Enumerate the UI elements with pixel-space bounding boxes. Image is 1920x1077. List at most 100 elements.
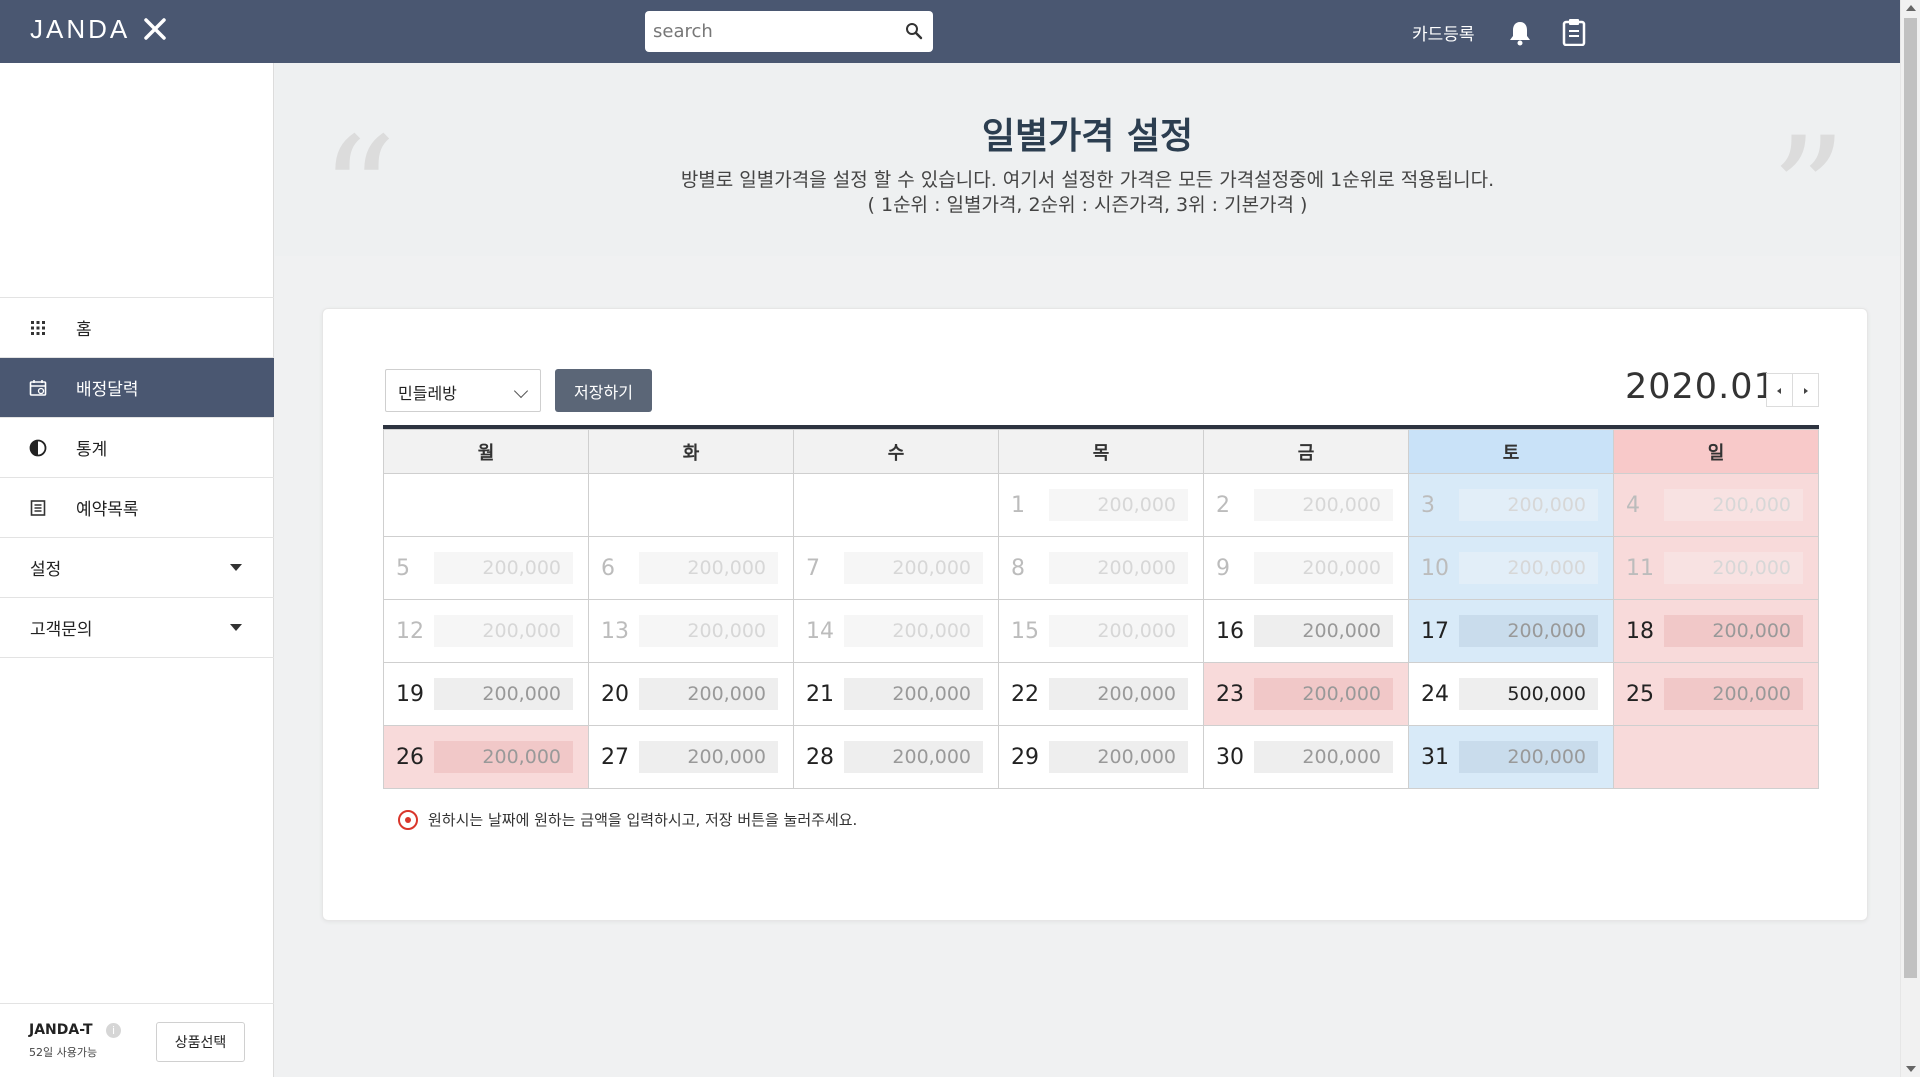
price-input[interactable]: 200,000 [639, 741, 778, 773]
price-input[interactable]: 200,000 [1254, 552, 1393, 584]
bell-icon[interactable] [1508, 20, 1532, 46]
calendar-day-cell[interactable]: 15 200,000 [998, 599, 1204, 663]
price-input[interactable]: 200,000 [434, 615, 573, 647]
sidebar-item-reservations[interactable]: 예약목록 [0, 478, 274, 538]
card-register-link[interactable]: 카드등록 [1412, 20, 1475, 45]
calendar-day-cell[interactable]: 26 200,000 [383, 725, 589, 789]
day-number: 3 [1421, 492, 1435, 518]
price-input[interactable]: 200,000 [844, 741, 983, 773]
info-icon[interactable]: i [106, 1023, 121, 1038]
sidebar-item-stats[interactable]: 통계 [0, 418, 274, 478]
sidebar-item-home[interactable]: 홈 [0, 298, 274, 358]
calendar-day-cell[interactable]: 5 200,000 [383, 536, 589, 600]
calendar-day-cell [1613, 725, 1819, 789]
price-input[interactable]: 200,000 [1459, 552, 1598, 584]
select-product-button[interactable]: 상품선택 [156, 1022, 245, 1062]
price-input[interactable]: 200,000 [1254, 489, 1393, 521]
calendar-day-cell[interactable]: 6 200,000 [588, 536, 794, 600]
price-input[interactable]: 200,000 [1664, 489, 1803, 521]
room-select[interactable]: 민들레방 [385, 369, 541, 412]
price-input[interactable]: 200,000 [1664, 678, 1803, 710]
calendar-day-cell[interactable]: 16 200,000 [1203, 599, 1409, 663]
sidebar-item-settings[interactable]: 설정 [0, 538, 274, 598]
day-cell-content: 2 200,000 [1204, 474, 1408, 536]
calendar-day-cell[interactable]: 29 200,000 [998, 725, 1204, 789]
calendar-day-cell[interactable]: 21 200,000 [793, 662, 999, 726]
price-input[interactable]: 200,000 [434, 552, 573, 584]
day-cell-content: 11 200,000 [1614, 537, 1818, 599]
day-cell-content: 3 200,000 [1409, 474, 1613, 536]
calendar-day-cell[interactable]: 27 200,000 [588, 725, 794, 789]
weekday-header: 토 [1408, 429, 1614, 474]
calendar-day-cell[interactable]: 23 200,000 [1203, 662, 1409, 726]
search-icon[interactable] [905, 22, 923, 40]
calendar-day-cell[interactable]: 19 200,000 [383, 662, 589, 726]
calendar-day-cell[interactable]: 8 200,000 [998, 536, 1204, 600]
calendar-day-cell[interactable]: 31 200,000 [1408, 725, 1614, 789]
price-input[interactable]: 200,000 [844, 552, 983, 584]
price-input[interactable]: 200,000 [1254, 615, 1393, 647]
price-calendar-card: 민들레방 저장하기 2020.01 월화수목금토일 1 200,000 2 200,0… [322, 308, 1868, 921]
price-input[interactable]: 200,000 [1049, 741, 1188, 773]
price-input[interactable]: 200,000 [434, 741, 573, 773]
calendar-day-cell[interactable]: 25 200,000 [1613, 662, 1819, 726]
price-input[interactable]: 200,000 [639, 552, 778, 584]
calendar-day-cell[interactable]: 28 200,000 [793, 725, 999, 789]
price-input[interactable]: 200,000 [1459, 489, 1598, 521]
calendar-day-cell[interactable]: 9 200,000 [1203, 536, 1409, 600]
price-input[interactable]: 500,000 [1459, 678, 1598, 710]
calendar-day-cell[interactable]: 7 200,000 [793, 536, 999, 600]
logo[interactable]: JANDA [30, 14, 130, 45]
price-input[interactable]: 200,000 [844, 678, 983, 710]
close-icon[interactable] [142, 16, 168, 42]
calendar-day-cell[interactable]: 14 200,000 [793, 599, 999, 663]
day-cell-content: 16 200,000 [1204, 600, 1408, 662]
price-input[interactable]: 200,000 [639, 615, 778, 647]
price-input[interactable]: 200,000 [1459, 741, 1598, 773]
price-input[interactable]: 200,000 [1664, 615, 1803, 647]
price-input[interactable]: 200,000 [1664, 552, 1803, 584]
scroll-thumb[interactable] [1904, 18, 1917, 978]
prev-month-button[interactable] [1766, 373, 1793, 407]
price-input[interactable]: 200,000 [1254, 678, 1393, 710]
sidebar-item-support[interactable]: 고객문의 [0, 598, 274, 658]
page-scrollbar[interactable] [1900, 0, 1920, 1077]
calendar-week-row: 12 200,000 13 200,000 14 200,000 15 200,000 16 20… [383, 599, 1819, 663]
calendar-day-cell[interactable]: 22 200,000 [998, 662, 1204, 726]
calendar-day-cell[interactable]: 20 200,000 [588, 662, 794, 726]
scroll-up-icon[interactable] [1906, 5, 1916, 11]
price-input[interactable]: 200,000 [1049, 489, 1188, 521]
calendar-day-cell[interactable]: 2 200,000 [1203, 473, 1409, 537]
clipboard-icon[interactable] [1561, 18, 1587, 46]
calendar-day-cell[interactable]: 13 200,000 [588, 599, 794, 663]
next-month-button[interactable] [1792, 373, 1819, 407]
calendar-day-cell[interactable]: 24 500,000 [1408, 662, 1614, 726]
calendar-day-cell[interactable]: 3 200,000 [1408, 473, 1614, 537]
calendar-day-cell[interactable]: 10 200,000 [1408, 536, 1614, 600]
calendar-day-cell[interactable]: 11 200,000 [1613, 536, 1819, 600]
calendar-day-cell[interactable]: 12 200,000 [383, 599, 589, 663]
price-input[interactable]: 200,000 [639, 678, 778, 710]
search-input[interactable] [653, 19, 893, 43]
day-cell-content: 1 200,000 [999, 474, 1203, 536]
sidebar-item-calendar[interactable]: 배정달력 [0, 358, 274, 418]
scroll-down-icon[interactable] [1906, 1066, 1916, 1072]
day-cell-content: 24 500,000 [1409, 663, 1613, 725]
price-input[interactable]: 200,000 [434, 678, 573, 710]
calendar-day-cell[interactable]: 1 200,000 [998, 473, 1204, 537]
price-input[interactable]: 200,000 [1049, 615, 1188, 647]
price-input[interactable]: 200,000 [1459, 615, 1598, 647]
price-input[interactable]: 200,000 [844, 615, 983, 647]
calendar-day-cell[interactable]: 30 200,000 [1203, 725, 1409, 789]
calendar-day-cell[interactable]: 17 200,000 [1408, 599, 1614, 663]
price-input[interactable]: 200,000 [1254, 741, 1393, 773]
calendar-day-cell[interactable]: 18 200,000 [1613, 599, 1819, 663]
day-cell-content: 7 200,000 [794, 537, 998, 599]
list-icon [30, 500, 46, 516]
price-input[interactable]: 200,000 [1049, 552, 1188, 584]
day-number: 9 [1216, 555, 1230, 581]
day-number: 30 [1216, 744, 1244, 770]
save-button[interactable]: 저장하기 [555, 369, 652, 412]
price-input[interactable]: 200,000 [1049, 678, 1188, 710]
calendar-day-cell[interactable]: 4 200,000 [1613, 473, 1819, 537]
